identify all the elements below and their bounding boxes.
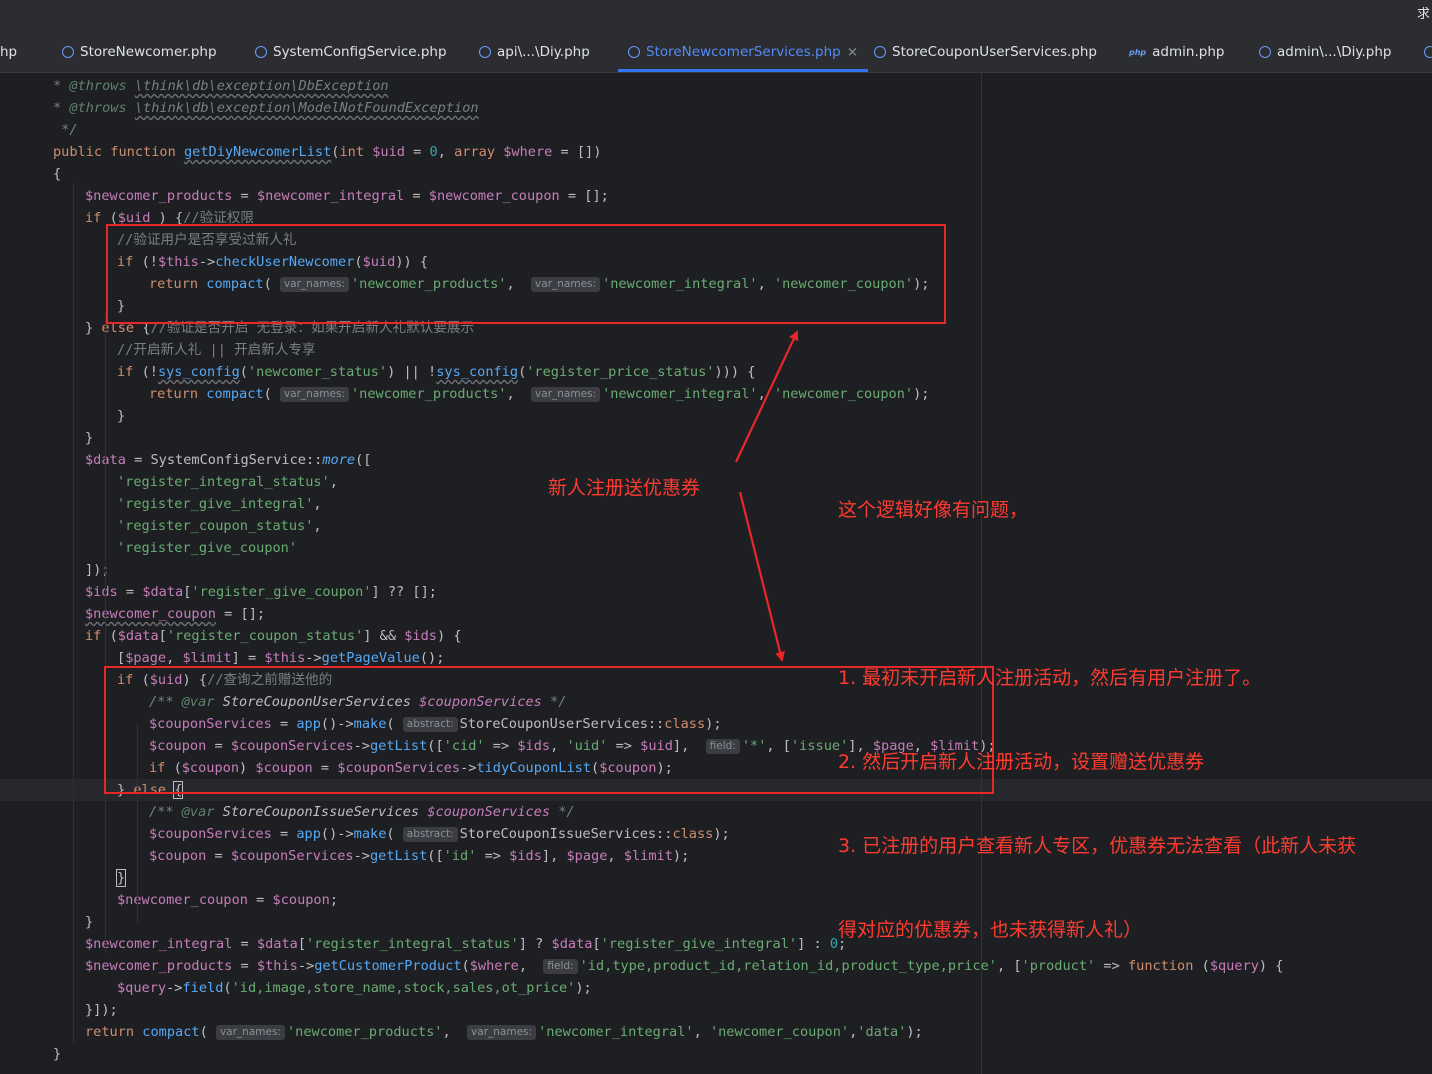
annotation-arrow-down: [738, 491, 785, 662]
note-line: 得对应的优惠券，也未获得新人礼）: [838, 919, 1143, 941]
note-line: 这个逻辑好像有问题，: [838, 499, 1029, 521]
note-line: 3. 已注册的用户查看新人专区，优惠券无法查看（此新人未获: [838, 835, 1357, 857]
note-line: 2. 然后开启新人注册活动，设置赠送优惠券: [838, 751, 1205, 773]
annotation-arrow-up: [735, 330, 799, 463]
note-line: 1. 最初未开启新人注册活动，然后有用户注册了。: [838, 667, 1262, 689]
annotation-label-newcomer-coupon: 新人注册送优惠券: [548, 477, 701, 499]
annotation-note: 这个逻辑好像有问题， 1. 最初未开启新人注册活动，然后有用户注册了。 2. 然…: [838, 440, 1356, 972]
note-line: [838, 580, 1356, 608]
